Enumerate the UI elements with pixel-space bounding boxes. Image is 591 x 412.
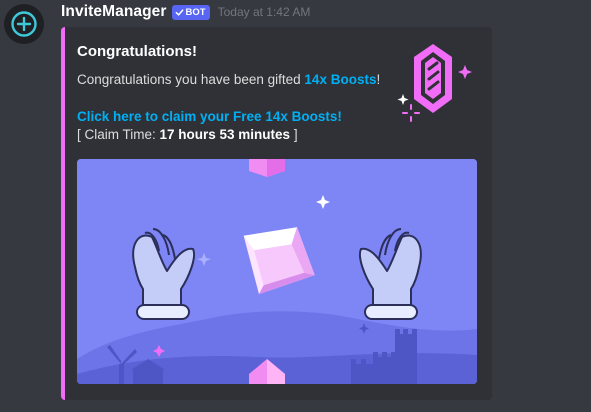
claim-time: [ Claim Time: 17 hours 53 minutes ] xyxy=(77,127,298,142)
chat-message: InviteManager BOT Today at 1:42 AM Congr… xyxy=(0,0,591,412)
embed-card: Congratulations! Congratulations you hav… xyxy=(61,27,492,400)
claim-time-suffix: ] xyxy=(290,127,298,142)
embed-image[interactable] xyxy=(77,159,477,384)
nitro-gem-icon xyxy=(397,44,472,122)
embed-description: Congratulations you have been gifted 14x… xyxy=(77,72,380,87)
embed-thumbnail[interactable] xyxy=(390,39,480,129)
checkmark-icon xyxy=(175,8,184,16)
timestamp[interactable]: Today at 1:42 AM xyxy=(218,5,311,19)
claim-link[interactable]: Click here to claim your Free 14x Boosts… xyxy=(77,109,342,124)
claim-time-prefix: [ Claim Time: xyxy=(77,127,160,142)
description-highlight: 14x Boosts xyxy=(304,72,377,87)
boost-gift-illustration xyxy=(77,159,477,384)
description-prefix: Congratulations you have been gifted xyxy=(77,72,305,87)
bot-badge-label: BOT xyxy=(185,6,206,18)
message-header: InviteManager BOT Today at 1:42 AM xyxy=(61,2,310,22)
plus-circle-icon xyxy=(11,11,37,37)
add-reaction-button[interactable] xyxy=(4,4,44,44)
embed-title: Congratulations! xyxy=(77,43,197,60)
claim-time-value: 17 hours 53 minutes xyxy=(159,127,291,142)
bot-badge: BOT xyxy=(171,4,210,20)
username[interactable]: InviteManager xyxy=(61,3,167,21)
description-suffix: ! xyxy=(376,72,381,87)
claim-link-text[interactable]: Click here to claim your Free 14x Boosts… xyxy=(77,109,342,124)
